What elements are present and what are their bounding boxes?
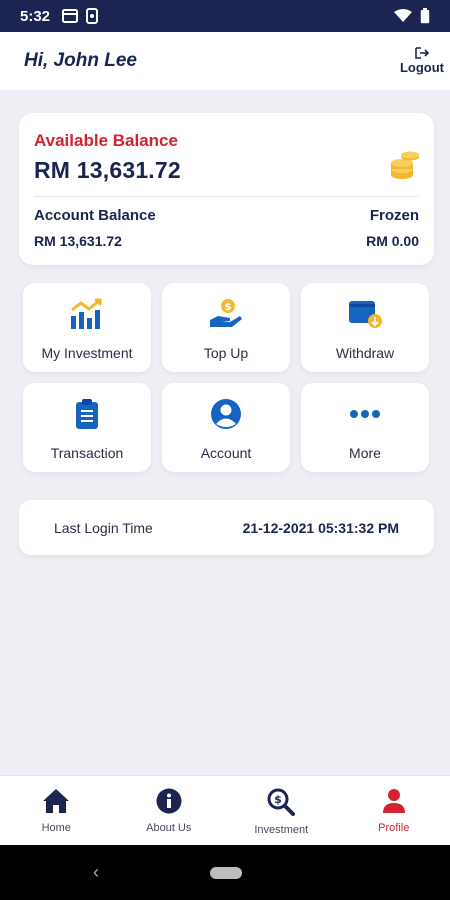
- transaction-button[interactable]: Transaction: [23, 383, 151, 472]
- user-circle-icon: [211, 399, 241, 429]
- withdraw-label: Withdraw: [335, 345, 395, 361]
- frozen-value: RM 0.00: [366, 233, 419, 249]
- status-right-icons: [394, 8, 430, 24]
- nav-about-us[interactable]: About Us: [113, 776, 226, 845]
- more-button[interactable]: More: [301, 383, 429, 472]
- nav-about-us-label: About Us: [146, 822, 192, 834]
- last-login-card: Last Login Time 21-12-2021 05:31:32 PM: [19, 500, 434, 555]
- account-balance-value: RM 13,631.72: [34, 233, 122, 249]
- top-up-label: Top Up: [203, 345, 249, 361]
- coins-icon: [391, 151, 419, 179]
- wifi-icon: [394, 9, 412, 22]
- more-label: More: [349, 445, 381, 461]
- greeting-text: Hi, John Lee: [24, 50, 137, 71]
- settings-chip-icon: [86, 8, 99, 24]
- more-dots-icon: [350, 410, 380, 418]
- bottom-nav: Home About Us $ Investment Profile: [0, 775, 450, 845]
- balance-values-row: RM 13,631.72 RM 0.00: [34, 233, 419, 249]
- account-label: Account: [200, 445, 252, 461]
- balance-divider: [34, 196, 419, 197]
- balance-card: Available Balance RM 13,631.72 Account B…: [19, 113, 434, 265]
- frozen-label: Frozen: [369, 207, 419, 224]
- hand-coin-icon: $: [210, 299, 242, 327]
- app-header: Hi, John Lee Logout: [0, 32, 450, 90]
- svg-text:$: $: [225, 302, 232, 313]
- sim-card-icon: [62, 9, 79, 23]
- available-balance-value: RM 13,631.72: [34, 157, 181, 183]
- svg-text:$: $: [274, 793, 282, 806]
- home-icon: [43, 789, 70, 813]
- system-nav-bar: ‹: [0, 845, 450, 900]
- back-icon[interactable]: ‹: [93, 862, 99, 883]
- transaction-label: Transaction: [50, 445, 124, 461]
- search-dollar-icon: $: [267, 788, 296, 816]
- nav-investment-label: Investment: [254, 824, 309, 836]
- account-button[interactable]: Account: [162, 383, 290, 472]
- wallet-icon: [349, 301, 382, 328]
- last-login-label: Last Login Time: [54, 519, 153, 536]
- nav-home-label: Home: [41, 822, 71, 834]
- home-pill-button[interactable]: [210, 867, 242, 879]
- withdraw-button[interactable]: Withdraw: [301, 283, 429, 372]
- nav-profile-label: Profile: [378, 822, 410, 834]
- chart-bar-icon: [71, 298, 102, 329]
- available-balance-label: Available Balance: [34, 131, 178, 150]
- balance-labels-row: Account Balance Frozen: [34, 207, 419, 224]
- status-bar: 5:32: [0, 0, 450, 32]
- nav-home[interactable]: Home: [0, 776, 113, 845]
- clipboard-icon: [76, 399, 98, 429]
- user-icon: [382, 789, 405, 813]
- status-time: 5:32: [20, 7, 51, 25]
- logout-icon: [415, 47, 429, 59]
- account-balance-label: Account Balance: [34, 207, 156, 224]
- my-investment-label: My Investment: [41, 345, 133, 361]
- last-login-value: 21-12-2021 05:31:32 PM: [242, 519, 399, 536]
- battery-icon: [420, 8, 430, 24]
- status-left-icons: [62, 8, 99, 24]
- action-grid: My Investment $ Top Up Withdraw Transact…: [23, 283, 431, 472]
- logout-label: Logout: [399, 60, 444, 75]
- logout-button[interactable]: Logout: [400, 47, 444, 75]
- info-icon: [156, 788, 182, 814]
- my-investment-button[interactable]: My Investment: [23, 283, 151, 372]
- top-up-button[interactable]: $ Top Up: [162, 283, 290, 372]
- nav-investment[interactable]: $ Investment: [225, 776, 338, 845]
- nav-profile[interactable]: Profile: [338, 776, 450, 845]
